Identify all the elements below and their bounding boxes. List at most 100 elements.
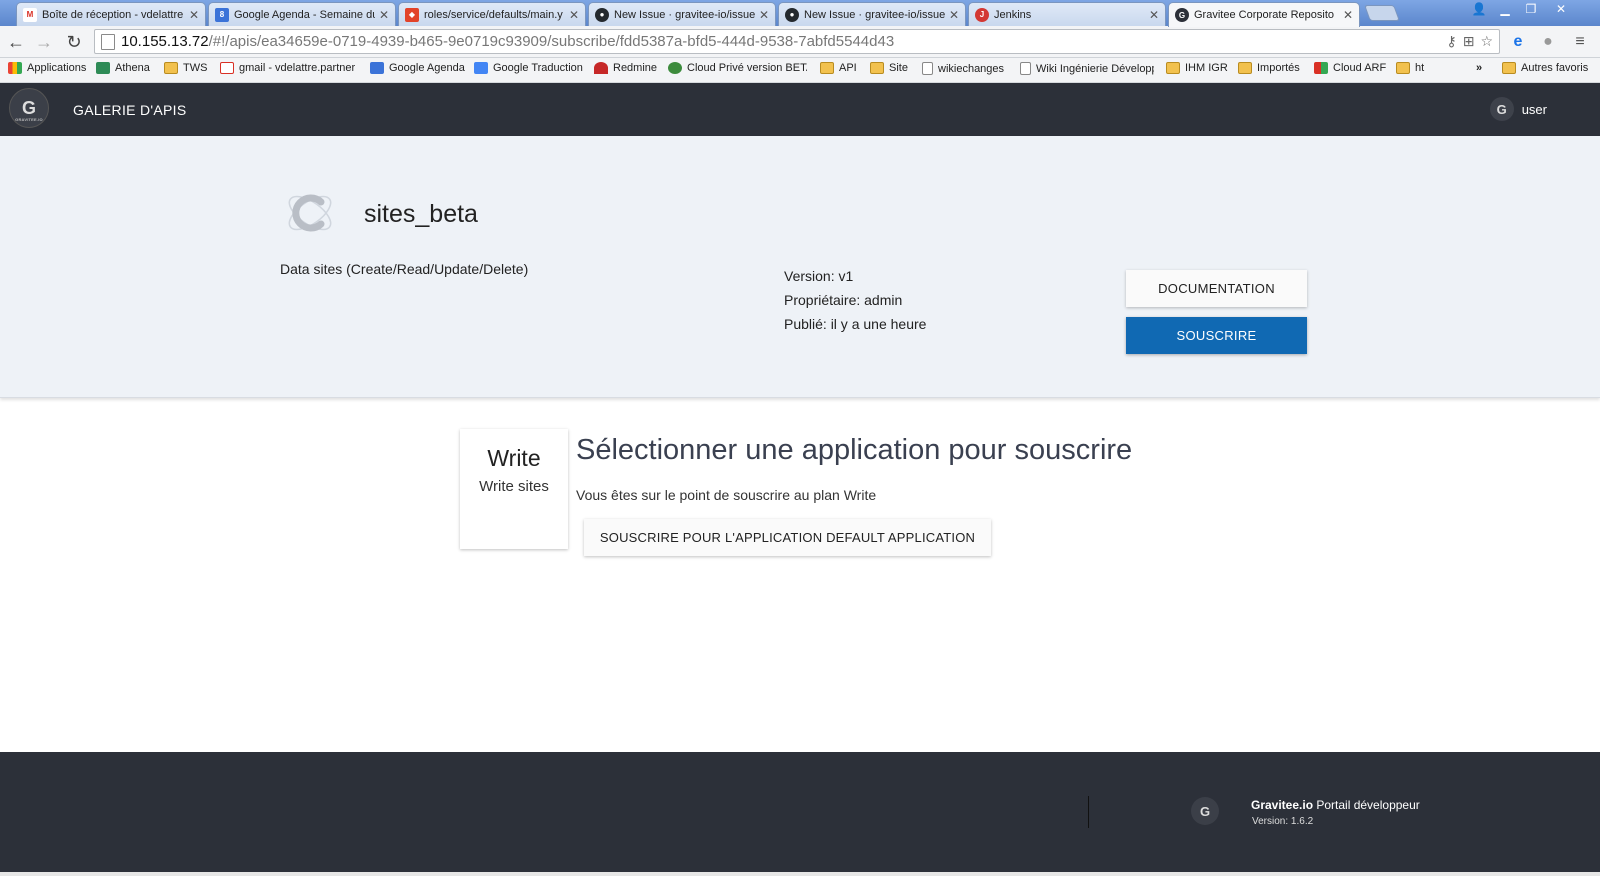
page-icon	[101, 33, 115, 50]
bookmark-item[interactable]: ht	[1396, 62, 1424, 74]
cloud-icon	[1314, 62, 1328, 74]
bookmarks-bar: Applications Athena TWS gmail - vdelattr…	[0, 58, 1600, 83]
gmail-icon	[220, 62, 234, 74]
bookmark-item[interactable]: Athena	[96, 62, 150, 74]
bookmark-item[interactable]: Autres favoris	[1502, 62, 1588, 74]
api-metadata: Version: v1 Propriétaire: admin Publié: …	[784, 264, 926, 336]
extension-icon[interactable]: e	[1506, 30, 1530, 54]
subscribe-button[interactable]: SOUSCRIRE	[1126, 317, 1307, 354]
gitlab-icon: ◆	[405, 7, 419, 22]
footer: G Gravitee.io Portail développeur Versio…	[0, 752, 1600, 872]
close-tab-icon[interactable]: ✕	[379, 8, 389, 22]
folder-icon	[870, 62, 884, 74]
bookmark-item[interactable]: Google Agenda	[370, 62, 465, 74]
api-description: Data sites (Create/Read/Update/Delete)	[280, 261, 529, 277]
api-gallery-link[interactable]: GALERIE D'APIS	[73, 102, 186, 118]
browser-toolbar: ← → ↻ 10.155.13.72/#!/apis/ea34659e-0719…	[0, 26, 1600, 58]
omnibox-actions: ⚷ ⊞ ☆	[1446, 33, 1493, 50]
bookmark-item[interactable]: Google Traduction	[474, 62, 583, 74]
extension-icon[interactable]: ●	[1536, 30, 1560, 54]
calendar-icon	[370, 62, 384, 74]
window-bottom-edge	[0, 872, 1600, 876]
folder-icon	[164, 62, 178, 74]
translate-icon	[474, 62, 488, 74]
app-header: G GRAVITEE.IO GALERIE D'APIS G user	[0, 83, 1600, 136]
bookmark-item[interactable]: gmail - vdelattre.partner	[220, 62, 355, 74]
api-published: Publié: il y a une heure	[784, 316, 927, 332]
browser-tab[interactable]: ◆ roles/service/defaults/main.y ✕	[398, 2, 586, 26]
bookmark-item[interactable]: Applications	[8, 62, 86, 74]
document-icon	[1020, 62, 1031, 75]
close-tab-icon[interactable]: ✕	[569, 8, 579, 22]
bookmark-item[interactable]: API	[820, 62, 857, 74]
browser-tab[interactable]: ● New Issue · gravitee-io/issue ✕	[778, 2, 966, 26]
browser-tab-active[interactable]: G Gravitee Corporate Reposito ✕	[1168, 2, 1360, 27]
folder-icon	[1166, 62, 1180, 74]
gravitee-logo-icon: G	[1191, 797, 1219, 825]
bookmark-item[interactable]: Cloud Privé version BETA	[668, 62, 807, 74]
folder-icon	[1502, 62, 1516, 74]
plan-card[interactable]: Write Write sites	[460, 429, 568, 549]
folder-icon	[1396, 62, 1410, 74]
close-tab-icon[interactable]: ✕	[949, 8, 959, 22]
forward-icon[interactable]: →	[34, 32, 54, 52]
back-icon[interactable]: ←	[6, 32, 26, 52]
documentation-button[interactable]: DOCUMENTATION	[1126, 270, 1307, 307]
footer-divider	[1088, 796, 1089, 828]
github-icon: ●	[595, 7, 609, 22]
menu-icon[interactable]: ≡	[1568, 30, 1592, 54]
new-tab-button[interactable]	[1364, 5, 1400, 21]
address-bar[interactable]: 10.155.13.72/#!/apis/ea34659e-0719-4939-…	[94, 29, 1500, 54]
bookmark-item[interactable]: Importés	[1238, 62, 1300, 74]
star-icon[interactable]: ☆	[1480, 33, 1493, 50]
reload-icon[interactable]: ↻	[64, 32, 84, 52]
key-icon[interactable]: ⚷	[1446, 33, 1456, 50]
user-menu[interactable]: G user	[1489, 97, 1547, 121]
minimize-icon[interactable]: ▁	[1492, 0, 1518, 18]
profile-icon[interactable]: 👤	[1466, 0, 1492, 18]
close-tab-icon[interactable]: ✕	[759, 8, 769, 22]
api-version: Version: v1	[784, 268, 854, 284]
browser-tab[interactable]: 8 Google Agenda - Semaine du ✕	[208, 2, 396, 26]
redmine-icon	[594, 62, 608, 74]
gravitee-logo[interactable]: G GRAVITEE.IO	[9, 88, 49, 128]
subscribe-application-button[interactable]: SOUSCRIRE POUR L'APPLICATION DEFAULT APP…	[584, 519, 991, 556]
page-title: Sélectionner une application pour souscr…	[576, 434, 1133, 466]
bookmark-item[interactable]: TWS	[164, 62, 207, 74]
calendar-icon: 8	[215, 7, 229, 22]
browser-tab[interactable]: M Boîte de réception - vdelattre ✕	[16, 2, 206, 26]
folder-icon	[1238, 62, 1252, 74]
bookmark-item[interactable]: Redmine	[594, 62, 657, 74]
page-subtitle: Vous êtes sur le point de souscrire au p…	[576, 487, 877, 503]
site-icon	[96, 62, 110, 74]
bookmark-item[interactable]: Cloud ARF	[1314, 62, 1386, 74]
api-name: sites_beta	[364, 200, 478, 228]
close-tab-icon[interactable]: ✕	[189, 8, 199, 22]
bookmark-item[interactable]: wikiechanges	[922, 62, 1004, 75]
gravitee-logo-icon: G	[21, 97, 36, 118]
globe-icon	[668, 62, 682, 74]
close-tab-icon[interactable]: ✕	[1343, 8, 1353, 22]
close-tab-icon[interactable]: ✕	[1149, 8, 1159, 22]
user-avatar-icon: G	[1489, 97, 1514, 121]
folder-icon	[820, 62, 834, 74]
translate-icon[interactable]: ⊞	[1463, 33, 1475, 50]
bookmark-item[interactable]: IHM IGR	[1166, 62, 1228, 74]
jenkins-icon: J	[975, 7, 989, 22]
more-bookmarks-button[interactable]: »	[1476, 62, 1482, 74]
maximize-icon[interactable]: ❐	[1518, 0, 1544, 18]
user-name: user	[1521, 101, 1547, 117]
browser-tab[interactable]: ● New Issue · gravitee-io/issue ✕	[588, 2, 776, 26]
gmail-icon: M	[23, 7, 37, 22]
window-controls: 👤 ▁ ❐ ✕	[1466, 0, 1578, 18]
browser-tab-bar: M Boîte de réception - vdelattre ✕ 8 Goo…	[0, 0, 1600, 27]
api-owner: Propriétaire: admin	[784, 292, 903, 308]
close-window-icon[interactable]: ✕	[1544, 0, 1578, 18]
bookmark-item[interactable]: Site	[870, 62, 908, 74]
browser-tab[interactable]: J Jenkins ✕	[968, 2, 1166, 26]
api-logo-icon	[288, 194, 332, 232]
footer-version: Version: 1.6.2	[1252, 816, 1314, 827]
plan-name: Write	[487, 445, 541, 471]
footer-brand: Gravitee.io Portail développeur	[1251, 798, 1420, 812]
bookmark-item[interactable]: Wiki Ingénierie Développ	[1020, 62, 1154, 75]
